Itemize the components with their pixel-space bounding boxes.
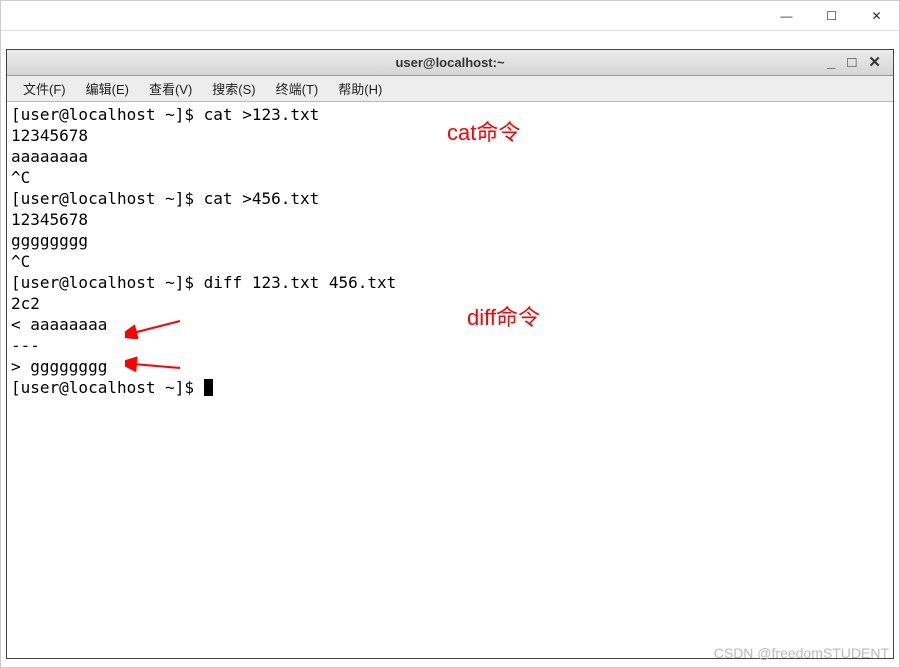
- terminal-window: user@localhost:~ _ □ ✕ 文件(F) 编辑(E) 查看(V)…: [6, 49, 894, 659]
- terminal-window-controls: _ □ ✕: [827, 50, 889, 75]
- outer-titlebar: — ☐ ✕: [1, 1, 899, 31]
- outer-maximize-button[interactable]: ☐: [809, 1, 854, 31]
- cursor-icon: [204, 379, 213, 396]
- terminal-line: 2c2: [11, 293, 889, 314]
- terminal-line: aaaaaaaa: [11, 146, 889, 167]
- terminal-close-button[interactable]: ✕: [868, 55, 881, 70]
- terminal-line: ^C: [11, 251, 889, 272]
- menu-terminal[interactable]: 终端(T): [266, 77, 329, 100]
- menu-search[interactable]: 搜索(S): [202, 77, 265, 100]
- terminal-prompt-line: [user@localhost ~]$: [11, 377, 889, 398]
- menu-help[interactable]: 帮助(H): [328, 77, 392, 100]
- annotation-diff-label: diff命令: [467, 307, 540, 328]
- outer-window: — ☐ ✕ user@localhost:~ _ □ ✕ 文件(F) 编辑(E)…: [0, 0, 900, 668]
- terminal-line: gggggggg: [11, 230, 889, 251]
- outer-close-button[interactable]: ✕: [854, 1, 899, 31]
- terminal-line: ^C: [11, 167, 889, 188]
- outer-window-controls: — ☐ ✕: [764, 1, 899, 30]
- menu-view[interactable]: 查看(V): [139, 77, 202, 100]
- terminal-titlebar: user@localhost:~ _ □ ✕: [7, 50, 893, 76]
- outer-minimize-button[interactable]: —: [764, 1, 809, 31]
- arrow-icon: [125, 356, 185, 378]
- annotation-cat-label: cat命令: [447, 122, 520, 143]
- terminal-line: [user@localhost ~]$ diff 123.txt 456.txt: [11, 272, 889, 293]
- terminal-prompt: [user@localhost ~]$: [11, 378, 204, 397]
- menubar: 文件(F) 编辑(E) 查看(V) 搜索(S) 终端(T) 帮助(H): [7, 76, 893, 102]
- menu-edit[interactable]: 编辑(E): [76, 77, 139, 100]
- terminal-line: [user@localhost ~]$ cat >456.txt: [11, 188, 889, 209]
- arrow-icon: [125, 317, 185, 339]
- terminal-title: user@localhost:~: [395, 55, 504, 70]
- watermark: CSDN @freedomSTUDENT: [714, 645, 889, 661]
- terminal-body[interactable]: [user@localhost ~]$ cat >123.txt 1234567…: [7, 102, 893, 658]
- terminal-maximize-button[interactable]: □: [847, 55, 856, 70]
- menu-file[interactable]: 文件(F): [13, 77, 76, 100]
- terminal-line: 12345678: [11, 209, 889, 230]
- terminal-minimize-button[interactable]: _: [827, 55, 835, 70]
